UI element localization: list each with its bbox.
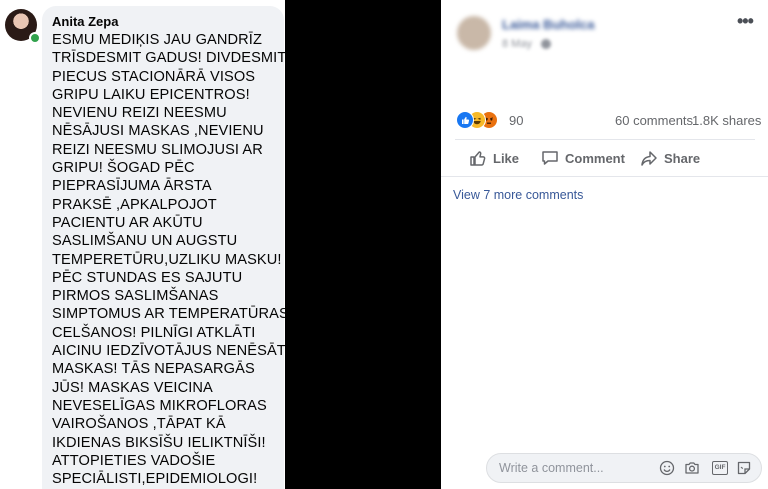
- comments-count[interactable]: 60 comments: [615, 113, 693, 128]
- post-date[interactable]: 8 May: [502, 38, 532, 50]
- camera-icon[interactable]: [684, 460, 700, 476]
- comment-line: PĒC STUNDAS ES SAJUTU: [52, 269, 243, 286]
- comment-line: ESMU MEDIĶIS JAU GANDRĪZ: [52, 32, 262, 48]
- comment-line: NEVESELĪGAS MIKROFLORAS: [52, 397, 267, 414]
- comment-line: PIRMOS SASLIMŠANAS: [52, 288, 219, 305]
- comment-line: PIEPRASĪJUMA ĀRSTA: [52, 178, 212, 195]
- post-panel: Laima Buholca 8 May ••• 90 60 comments 1…: [441, 0, 768, 489]
- comment-line: NĒSĀJUSI MASKAS ,NEVIENU: [52, 123, 264, 140]
- sticker-icon[interactable]: [736, 460, 752, 476]
- comment-input-placeholder: Write a comment...: [499, 461, 604, 475]
- comment-line: JŪS! MASKAS VEICINA: [52, 379, 213, 396]
- comment-line: GRIPU! ŠOGAD PĒC: [52, 160, 195, 177]
- divider: [441, 176, 768, 177]
- more-options-icon[interactable]: •••: [737, 11, 754, 32]
- comment-line: SIMPTOMUS AR TEMPERATŪRAS: [52, 306, 285, 323]
- comment-line: AICINU IEDZĪVOTĀJUS NENĒSĀT: [52, 343, 285, 360]
- comment-line: NEVIENU REIZI NEESMU: [52, 105, 227, 122]
- share-button[interactable]: Share: [640, 147, 700, 169]
- comment-line: SPECIĀLISTI,EPIDEMIOLOGI!: [52, 471, 258, 488]
- comment-line: TRĪSDESMIT GADUS! DIVDESMIT: [52, 50, 285, 67]
- shares-count[interactable]: 1.8K shares: [692, 113, 761, 128]
- comment-bubble-icon: [542, 151, 558, 165]
- comment-line: PACIENTU AR AKŪTU: [52, 214, 203, 231]
- comment-line: REIZI NEESMU SLIMOJUSI AR: [52, 141, 263, 158]
- comment-line: VAIROŠANOS ,TĀPAT KĀ: [52, 416, 226, 433]
- thumbs-up-icon: [470, 151, 486, 166]
- comment-line: CELŠANOS! PILNĪGI ATKLĀTI: [52, 324, 256, 341]
- comment-line: ATTOPIETIES VADOŠIE: [52, 452, 216, 469]
- globe-icon: [541, 39, 551, 49]
- like-label: Like: [493, 150, 520, 166]
- share-arrow-icon: [641, 151, 657, 166]
- comment-button[interactable]: Comment: [541, 147, 625, 169]
- comment-panel: Anita Zepa ESMU MEDIĶIS JAU GANDRĪZ TRĪS…: [0, 0, 285, 489]
- online-status-icon: [29, 32, 41, 44]
- comment-line: PRAKSĒ ,APKALPOJOT: [52, 196, 217, 213]
- comment-body: ESMU MEDIĶIS JAU GANDRĪZ TRĪSDESMIT GADU…: [52, 31, 285, 488]
- emoji-icon[interactable]: [659, 460, 675, 476]
- like-button[interactable]: Like: [469, 147, 519, 169]
- comment-label: Comment: [565, 150, 625, 166]
- view-more-comments-link[interactable]: View 7 more comments: [453, 188, 583, 202]
- comment-line: IKDIENAS BIKSĪŠU IELIKTNĪŠI!: [52, 434, 266, 451]
- share-label: Share: [664, 150, 701, 166]
- divider: [455, 139, 755, 140]
- comment-line: MASKAS! TĀS NEPASARGĀS: [52, 361, 255, 378]
- comment-line: TEMPERETŪRU,UZLIKU MASKU!: [52, 251, 282, 268]
- comment-line: GRIPU LAIKU EPICENTROS!: [52, 86, 250, 103]
- like-icon: [456, 111, 474, 129]
- comment-input[interactable]: Write a comment... GIF: [486, 453, 762, 483]
- comment-line: SASLIMŠANU UN AUGSTU: [52, 233, 238, 250]
- gif-icon[interactable]: GIF: [712, 461, 728, 475]
- comment-author[interactable]: Anita Zepa: [52, 14, 118, 29]
- reaction-count[interactable]: 90: [509, 113, 523, 128]
- post-author[interactable]: Laima Buholca: [502, 17, 594, 32]
- post-author-avatar[interactable]: [457, 16, 491, 50]
- comment-line: PIECUS STACIONĀRĀ VISOS: [52, 68, 256, 85]
